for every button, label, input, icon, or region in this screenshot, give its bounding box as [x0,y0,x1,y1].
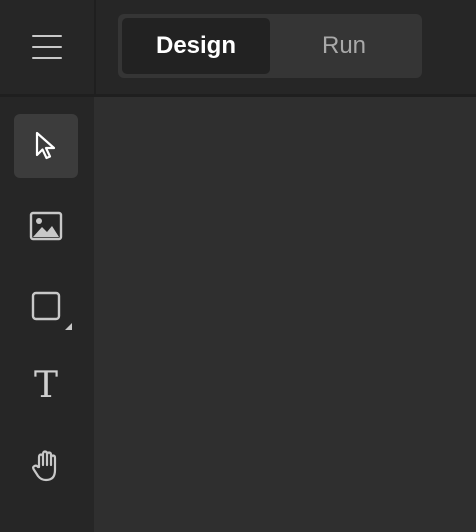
hamburger-line [32,57,62,59]
square-icon [31,291,61,321]
pointer-arrow-icon [35,131,56,160]
select-tool-button[interactable] [14,114,78,178]
design-canvas[interactable] [94,97,476,532]
shape-tool-button[interactable] [14,274,78,338]
text-icon: T [33,365,58,406]
tab-run[interactable]: Run [270,18,418,74]
pan-tool-button[interactable] [14,434,78,498]
app-window: Design Run T [0,0,476,532]
tab-design[interactable]: Design [122,18,270,74]
dropdown-corner-icon [65,323,72,330]
text-tool-button[interactable]: T [14,354,78,418]
tool-sidebar: T [0,97,94,532]
image-tool-button[interactable] [14,194,78,258]
top-bar: Design Run [96,0,476,94]
hamburger-menu-icon[interactable] [32,35,62,59]
hand-icon [32,450,57,482]
mode-switch: Design Run [118,14,422,78]
hamburger-line [32,35,62,37]
image-icon [29,211,63,241]
menu-corner [0,0,94,94]
hamburger-line [32,46,62,48]
